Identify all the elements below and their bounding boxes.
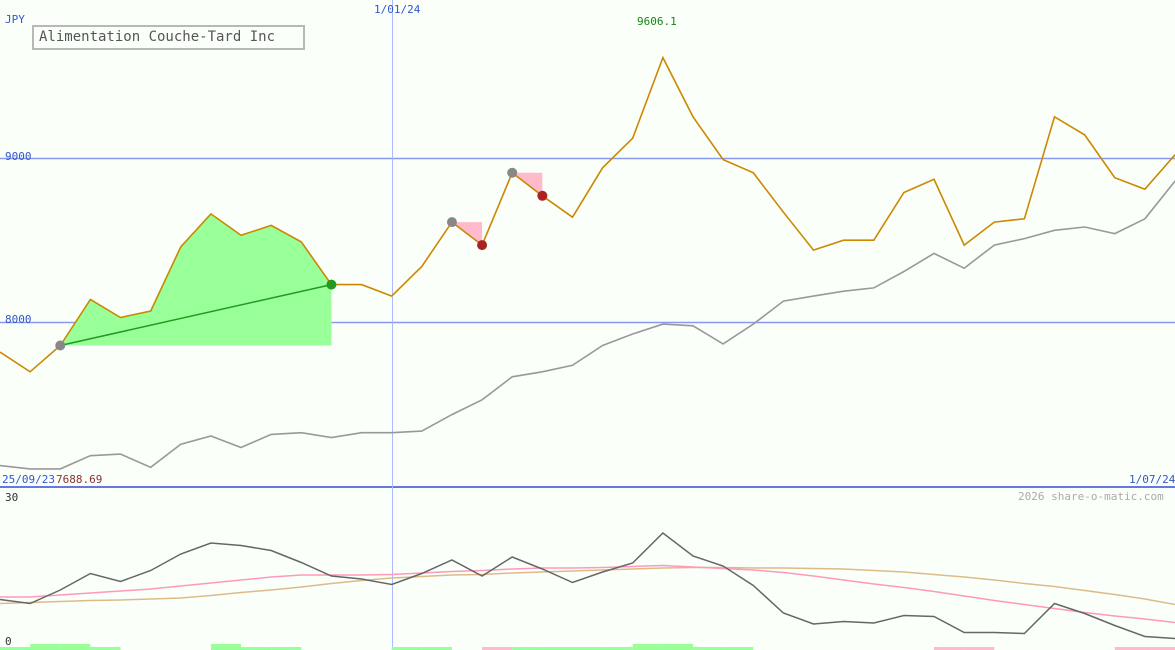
indicator-bar-1 <box>30 644 61 650</box>
indicator-bar-22 <box>662 644 693 650</box>
price-chart: JPY 1/01/24 9606.1 9000 8000 25/09/23 76… <box>0 0 1175 650</box>
signal-start-marker-2 <box>507 167 518 178</box>
signal-start-marker-1 <box>446 217 457 228</box>
min-value-label: 7688.69 <box>56 473 102 486</box>
signal-start-marker-0 <box>55 340 66 351</box>
signal-end-marker-2 <box>537 190 548 201</box>
indicator-y-tick-bottom: 0 <box>5 635 12 648</box>
chart-title: Alimentation Couche-Tard Inc <box>32 25 305 50</box>
indicator-bar-2 <box>60 644 91 650</box>
x-mid-label: 1/01/24 <box>374 3 421 16</box>
y-tick-8000: 8000 <box>5 313 32 326</box>
copyright-label: 2026 share-o-matic.com <box>1018 490 1164 503</box>
indicator-bar-7 <box>210 644 242 650</box>
signal-end-marker-1 <box>477 240 488 251</box>
currency-label: JPY <box>5 13 25 26</box>
x-end-label: 1/07/24 <box>1129 473 1175 486</box>
indicator-y-tick-top: 30 <box>5 491 18 504</box>
indicator-bar-21 <box>632 644 663 650</box>
signal-end-marker-0 <box>326 279 337 290</box>
y-tick-9000: 9000 <box>5 150 32 163</box>
x-start-label: 25/09/23 <box>2 473 55 486</box>
max-value-label: 9606.1 <box>637 15 677 28</box>
